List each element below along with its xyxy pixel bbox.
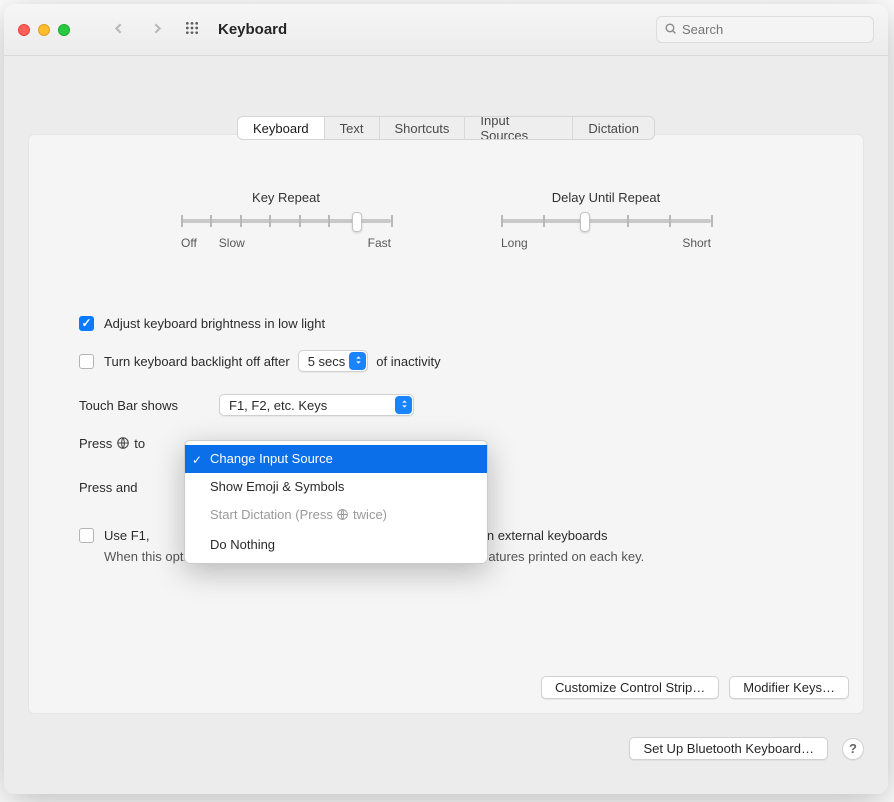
customize-control-strip-button[interactable]: Customize Control Strip… bbox=[541, 676, 719, 699]
zoom-button[interactable] bbox=[58, 24, 70, 36]
row-backlight-off: Turn keyboard backlight off after 5 secs… bbox=[79, 348, 813, 374]
adjust-brightness-label: Adjust keyboard brightness in low light bbox=[104, 316, 325, 331]
forward-button[interactable] bbox=[149, 20, 166, 40]
delay-block: Delay Until Repeat Long Short bbox=[501, 190, 711, 250]
content: Keyboard Text Shortcuts Input Sources Di… bbox=[28, 104, 864, 774]
show-all-icon[interactable] bbox=[184, 20, 200, 39]
key-repeat-label: Key Repeat bbox=[181, 190, 391, 205]
modifier-keys-button[interactable]: Modifier Keys… bbox=[729, 676, 849, 699]
key-repeat-slider[interactable] bbox=[181, 219, 391, 223]
tab-keyboard[interactable]: Keyboard bbox=[238, 117, 325, 139]
delay-slider[interactable] bbox=[501, 219, 711, 223]
back-button[interactable] bbox=[110, 20, 127, 40]
footer: Set Up Bluetooth Keyboard… ? bbox=[629, 737, 864, 760]
menu-show-emoji[interactable]: Show Emoji & Symbols bbox=[185, 473, 487, 501]
tab-input-sources[interactable]: Input Sources bbox=[465, 117, 573, 139]
menu-start-dictation: Start Dictation (Press twice) bbox=[185, 501, 487, 531]
delay-label: Delay Until Repeat bbox=[501, 190, 711, 205]
search-field[interactable] bbox=[656, 16, 874, 43]
press-globe-menu[interactable]: ✓Change Input Source Show Emoji & Symbol… bbox=[184, 440, 488, 564]
chevron-updown-icon bbox=[353, 354, 364, 369]
use-fkeys-checkbox[interactable] bbox=[79, 528, 94, 543]
backlight-off-checkbox[interactable] bbox=[79, 354, 94, 369]
tab-shortcuts[interactable]: Shortcuts bbox=[380, 117, 466, 139]
search-input[interactable] bbox=[682, 22, 866, 37]
touchbar-label: Touch Bar shows bbox=[79, 398, 211, 413]
backlight-off-popup[interactable]: 5 secs bbox=[298, 350, 369, 372]
minimize-button[interactable] bbox=[38, 24, 50, 36]
tab-text[interactable]: Text bbox=[325, 117, 380, 139]
touchbar-popup[interactable]: F1, F2, etc. Keys bbox=[219, 394, 414, 416]
key-repeat-thumb[interactable] bbox=[352, 212, 362, 232]
delay-scale: Long Short bbox=[501, 236, 711, 250]
window-controls bbox=[18, 24, 70, 36]
close-button[interactable] bbox=[18, 24, 30, 36]
row-adjust-brightness: Adjust keyboard brightness in low light bbox=[79, 310, 813, 336]
menu-change-input-source[interactable]: ✓Change Input Source bbox=[185, 445, 487, 473]
setup-bluetooth-button[interactable]: Set Up Bluetooth Keyboard… bbox=[629, 737, 828, 760]
globe-icon bbox=[336, 506, 349, 528]
help-button[interactable]: ? bbox=[842, 738, 864, 760]
row-touchbar: Touch Bar shows F1, F2, etc. Keys bbox=[79, 392, 813, 418]
nav-buttons bbox=[110, 20, 166, 40]
key-repeat-block: Key Repeat Off Slow Fast bbox=[181, 190, 391, 250]
menu-do-nothing[interactable]: Do Nothing bbox=[185, 531, 487, 559]
tabs: Keyboard Text Shortcuts Input Sources Di… bbox=[237, 116, 655, 140]
adjust-brightness-checkbox[interactable] bbox=[79, 316, 94, 331]
panel-buttons: Customize Control Strip… Modifier Keys… bbox=[541, 676, 849, 699]
tab-dictation[interactable]: Dictation bbox=[573, 117, 654, 139]
window-title: Keyboard bbox=[218, 21, 287, 38]
panel: Key Repeat Off Slow Fast De bbox=[28, 134, 864, 714]
search-icon bbox=[664, 22, 677, 38]
delay-thumb[interactable] bbox=[580, 212, 590, 232]
chevron-updown-icon bbox=[399, 398, 410, 413]
globe-icon bbox=[116, 436, 130, 451]
key-repeat-scale: Off Slow Fast bbox=[181, 236, 391, 250]
sliders: Key Repeat Off Slow Fast De bbox=[29, 190, 863, 250]
preferences-window: Keyboard Keyboard Text Shortcuts Input S… bbox=[4, 4, 888, 794]
titlebar: Keyboard bbox=[4, 4, 888, 56]
